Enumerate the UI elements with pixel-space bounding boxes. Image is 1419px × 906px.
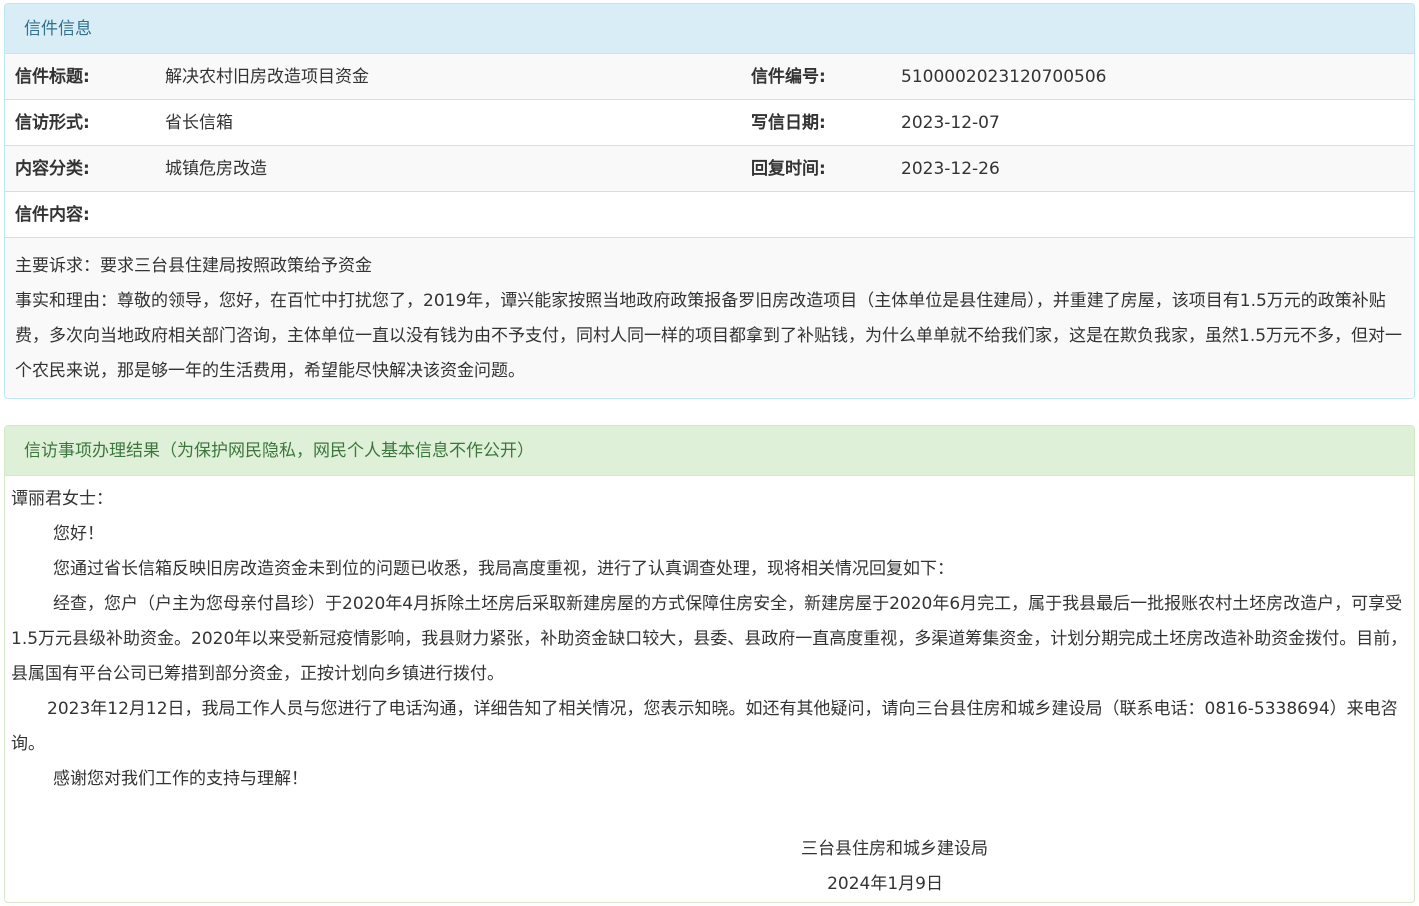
greeting: 您好！ [53,524,104,544]
reply-paragraph-3: 2023年12月12日，我局工作人员与您进行了电话沟通，详细告知了相关情况，您表… [11,699,1398,754]
form-value: 省长信箱 [165,113,233,133]
category-value: 城镇危房改造 [165,159,267,179]
signature-org: 三台县住房和城乡建设局 [801,839,988,859]
result-heading: 信访事项办理结果（为保护网民隐私，网民个人基本信息不作公开） [5,426,1414,476]
write-date-value: 2023-12-07 [901,113,1000,133]
letter-info-panel: 信件信息 信件标题: 解决农村旧房改造项目资金 信件编号: 5100002023… [4,3,1415,399]
title-value: 解决农村旧房改造项目资金 [165,67,369,87]
number-label: 信件编号: [751,67,826,87]
reply-paragraph-2: 经查，您户（户主为您母亲付昌珍）于2020年4月拆除土坯房后采取新建房屋的方式保… [11,594,1408,684]
reply-paragraph-1: 您通过省长信箱反映旧房改造资金未到位的问题已收悉，我局高度重视，进行了认真调查处… [53,559,954,579]
row-content-label: 信件内容: [5,192,1414,238]
letter-info-heading: 信件信息 [5,4,1414,54]
row-form-date: 信访形式: 省长信箱 写信日期: 2023-12-07 [5,100,1414,146]
form-label: 信访形式: [15,113,90,133]
reply-body: 谭丽君女士： 您好！ 您通过省长信箱反映旧房改造资金未到位的问题已收悉，我局高度… [5,476,1414,902]
number-value: 5100002023120700506 [901,67,1107,87]
reply-paragraph-4: 感谢您对我们工作的支持与理解！ [53,769,308,789]
reply-time-value: 2023-12-26 [901,159,1000,179]
letter-content: 主要诉求：要求三台县住建局按照政策给予资金 事实和理由：尊敬的领导，您好，在百忙… [5,238,1414,397]
main-demand: 主要诉求：要求三台县住建局按照政策给予资金 [15,256,372,276]
content-label: 信件内容: [15,205,90,225]
result-panel: 信访事项办理结果（为保护网民隐私，网民个人基本信息不作公开） 谭丽君女士： 您好… [4,425,1415,903]
reply-time-label: 回复时间: [751,159,826,179]
row-category-reply: 内容分类: 城镇危房改造 回复时间: 2023-12-26 [5,146,1414,192]
category-label: 内容分类: [15,159,90,179]
signature-date: 2024年1月9日 [827,874,943,894]
salutation: 谭丽君女士： [11,489,113,509]
facts-reasons: 事实和理由：尊敬的领导，您好，在百忙中打扰您了，2019年，谭兴能家按照当地政府… [15,291,1403,381]
row-title-number: 信件标题: 解决农村旧房改造项目资金 信件编号: 510000202312070… [5,54,1414,100]
title-label: 信件标题: [15,67,90,87]
write-date-label: 写信日期: [751,113,826,133]
